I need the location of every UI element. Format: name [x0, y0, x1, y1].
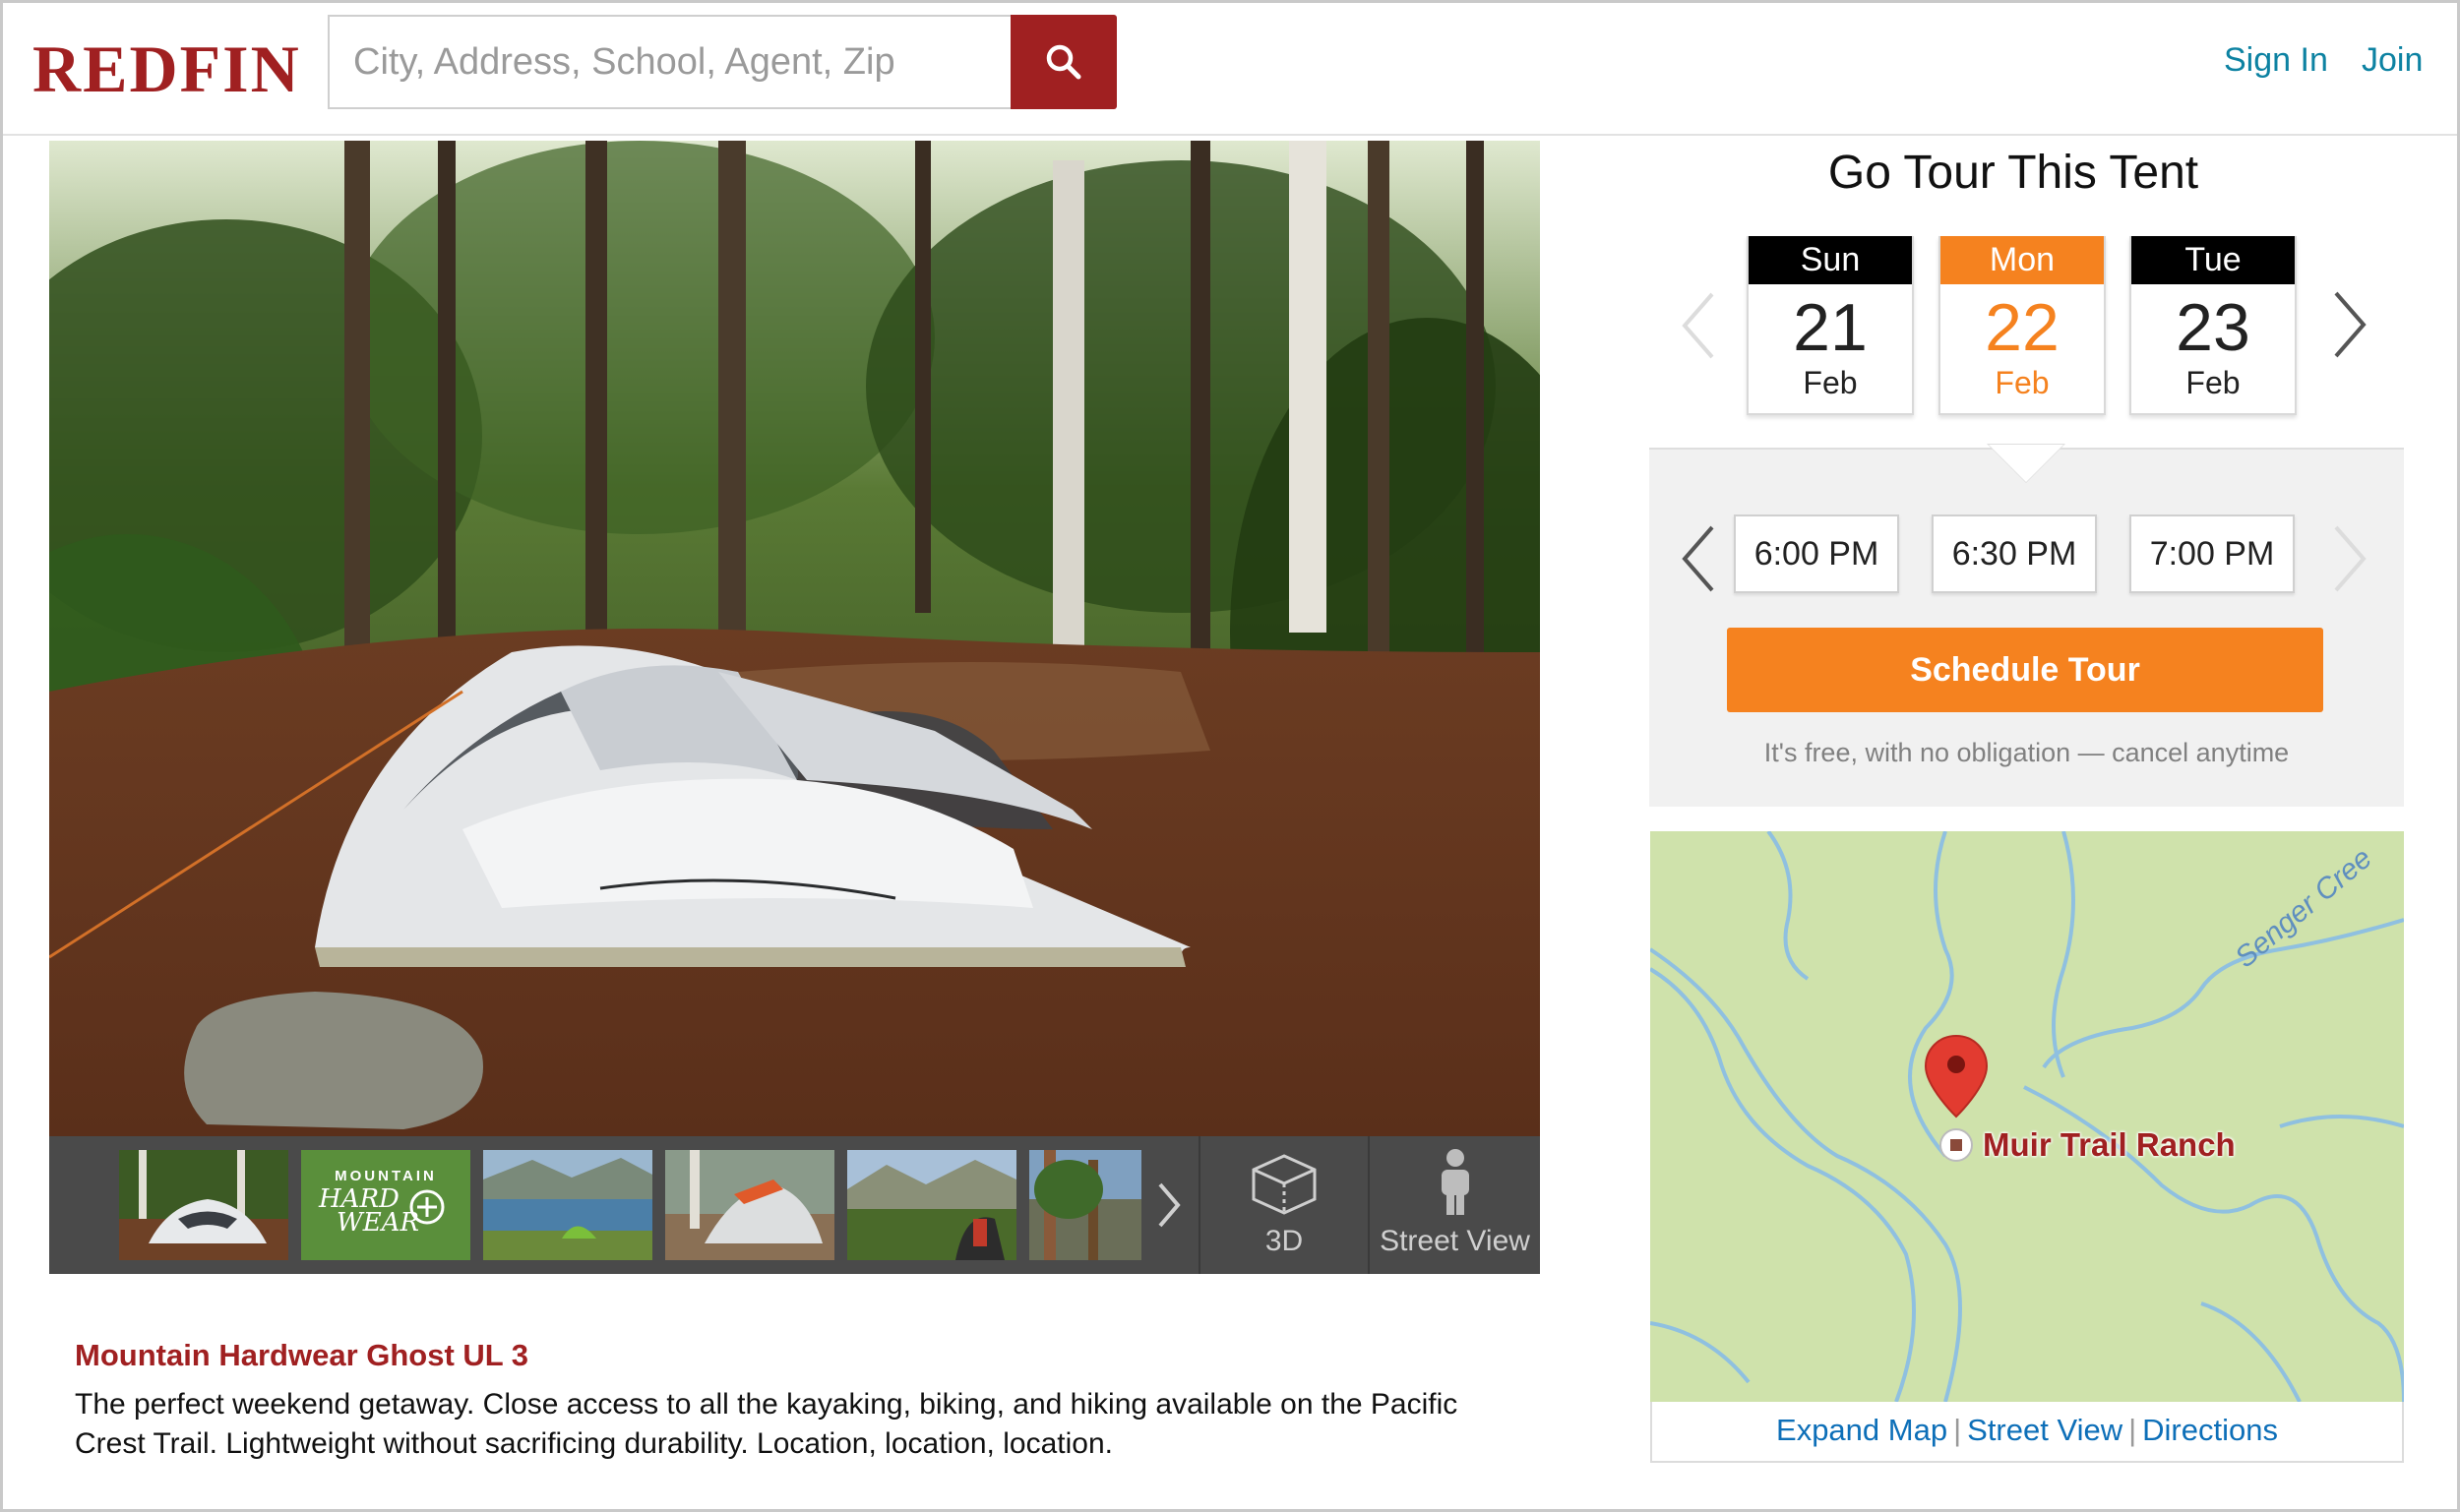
search-box: [328, 15, 1012, 109]
cube-3d-icon: [1252, 1154, 1317, 1215]
schedule-tour-button[interactable]: Schedule Tour: [1727, 628, 2323, 712]
date-weekday: Tue: [2131, 236, 2295, 284]
search-input[interactable]: [330, 17, 1012, 107]
time-slot-button[interactable]: 7:00 PM: [2129, 514, 2295, 593]
date-card-mon-selected[interactable]: Mon 22 Feb: [1938, 236, 2106, 415]
tour-heading: Go Tour This Tent: [1827, 147, 2199, 199]
map-place-label: Muir Trail Ranch: [1983, 1126, 2236, 1163]
map-pin-icon: [1924, 1034, 1989, 1119]
thumbnail-3[interactable]: [483, 1150, 652, 1260]
search-icon: [1046, 44, 1081, 80]
thumbnail-4[interactable]: [665, 1150, 834, 1260]
search-button[interactable]: [1011, 15, 1117, 109]
brand-logo-icon: [409, 1189, 445, 1225]
expand-map-link[interactable]: Expand Map: [1776, 1413, 1947, 1447]
date-month: Feb: [2185, 365, 2241, 400]
date-month: Feb: [1995, 365, 2050, 400]
listing-title: Mountain Hardwear Ghost UL 3: [75, 1338, 529, 1372]
time-slot-button[interactable]: 6:00 PM: [1734, 514, 1899, 593]
map-location-dot-icon: [1939, 1128, 1973, 1162]
street-view-button[interactable]: Street View: [1370, 1136, 1540, 1274]
link-separator: |: [2128, 1413, 2137, 1447]
map-street-view-link[interactable]: Street View: [1967, 1413, 2122, 1447]
location-map[interactable]: Senger Cree Muir Trail Ranch: [1650, 831, 2404, 1402]
directions-link[interactable]: Directions: [2142, 1413, 2278, 1447]
date-month: Feb: [1803, 365, 1858, 400]
date-prev-button[interactable]: [1679, 290, 1718, 366]
tour-disclaimer: It's free, with no obligation — cancel a…: [1763, 738, 2290, 767]
time-slot-button[interactable]: 6:30 PM: [1932, 514, 2097, 593]
thumbnail-5[interactable]: [847, 1150, 1016, 1260]
3d-label: 3D: [1264, 1225, 1304, 1257]
date-day: 23: [2176, 290, 2250, 365]
link-separator: |: [1953, 1413, 1962, 1447]
listing-description: The perfect weekend getaway. Close acces…: [75, 1388, 1458, 1460]
thumbnail-1[interactable]: [119, 1150, 288, 1260]
time-prev-button[interactable]: [1679, 523, 1718, 599]
chevron-right-icon: [2334, 525, 2367, 592]
thumbnail-next-button[interactable]: [1146, 1150, 1192, 1260]
thumbnail-brand[interactable]: MOUNTAIN HARD WEAR: [301, 1150, 470, 1260]
sign-in-link[interactable]: Sign In: [2224, 41, 2328, 80]
date-card-tue[interactable]: Tue 23 Feb: [2129, 236, 2297, 415]
date-next-button[interactable]: [2330, 289, 2369, 365]
street-view-label: Street View: [1380, 1225, 1530, 1257]
thumbnail-6[interactable]: [1029, 1150, 1141, 1260]
date-card-sun[interactable]: Sun 21 Feb: [1747, 236, 1914, 415]
pegman-icon: [1441, 1149, 1469, 1215]
date-weekday: Sun: [1749, 236, 1912, 284]
time-next-button[interactable]: [2330, 523, 2369, 599]
map-links-bar: Expand Map | Street View | Directions: [1650, 1402, 2404, 1463]
date-day: 22: [1985, 290, 2060, 365]
main-listing-photo[interactable]: [49, 141, 1540, 1136]
date-day: 21: [1793, 290, 1868, 365]
photo-thumbnail-strip: MOUNTAIN HARD WEAR 3D Street View: [49, 1136, 1540, 1274]
chevron-left-icon: [1682, 525, 1714, 592]
chevron-left-icon: [1682, 292, 1714, 359]
join-link[interactable]: Join: [2362, 41, 2423, 80]
date-weekday: Mon: [1940, 236, 2104, 284]
3d-tour-button[interactable]: 3D: [1200, 1136, 1368, 1274]
chevron-right-icon: [1158, 1182, 1181, 1228]
brand-thumb-line1: MOUNTAIN: [335, 1168, 437, 1184]
chevron-right-icon: [2334, 291, 2367, 358]
redfin-logo[interactable]: REDFIN: [32, 30, 301, 108]
panel-notch: [1989, 445, 2063, 482]
